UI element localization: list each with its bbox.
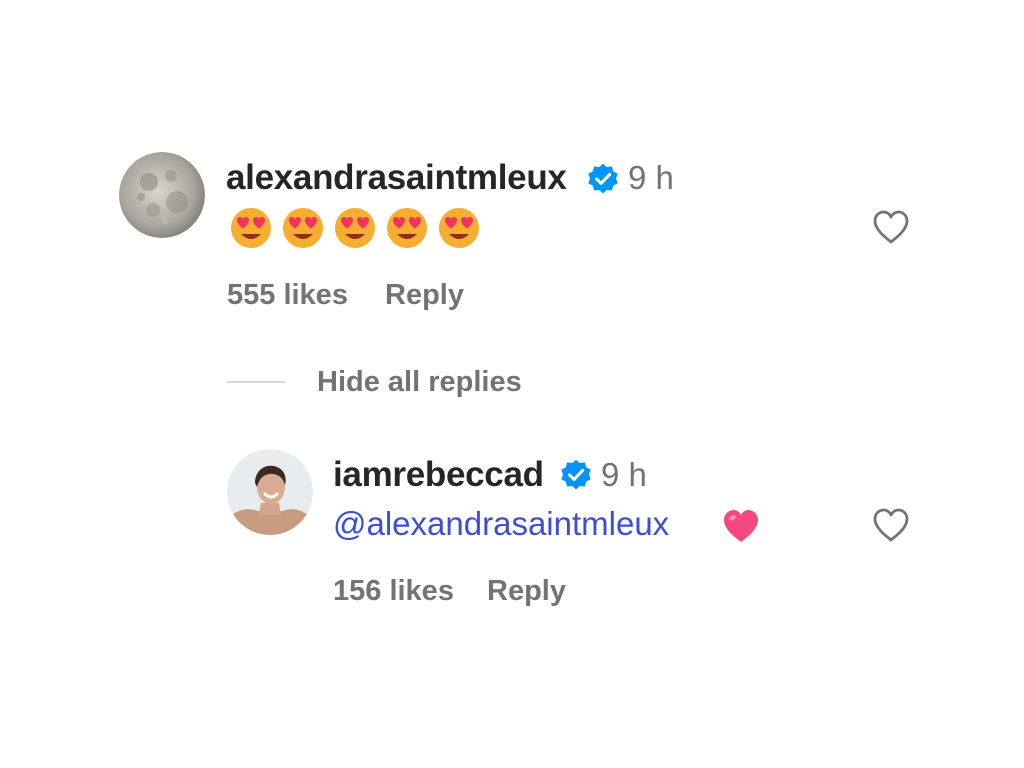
heart-eyes-emoji-icon	[283, 208, 323, 248]
like-heart-icon[interactable]	[869, 205, 913, 249]
reply-username[interactable]: iamrebeccad	[333, 455, 544, 495]
reply-timestamp: 9 h	[601, 456, 647, 493]
comment-timestamp: 9 h	[628, 159, 674, 196]
verified-badge-icon	[561, 459, 591, 490]
heart-eyes-emoji-icon	[387, 208, 427, 248]
reply-mention-link[interactable]: @alexandrasaintmleux	[333, 505, 669, 543]
hide-all-replies-button[interactable]: Hide all replies	[317, 366, 522, 399]
avatar-iamrebeccad[interactable]	[227, 449, 313, 535]
pink-heart-emoji-icon	[724, 510, 758, 542]
reply-likes-count[interactable]: 156 likes	[333, 575, 454, 608]
moon-avatar-image	[119, 152, 205, 238]
comment-reply-button[interactable]: Reply	[385, 279, 464, 312]
like-heart-icon[interactable]	[869, 503, 913, 547]
heart-eyes-emoji-icon	[231, 208, 271, 248]
avatar-alexandrasaintmleux[interactable]	[119, 152, 205, 238]
heart-eyes-emoji-icon	[335, 208, 375, 248]
comment-username[interactable]: alexandrasaintmleux	[226, 158, 567, 198]
reply-reply-button[interactable]: Reply	[487, 575, 566, 608]
comment-emoji-row	[228, 204, 482, 250]
replies-divider-line	[227, 381, 285, 383]
profile-photo-image	[227, 449, 313, 535]
heart-eyes-emoji-icon	[439, 208, 479, 248]
verified-badge-icon	[588, 163, 618, 194]
comment-likes-count[interactable]: 555 likes	[227, 279, 348, 312]
